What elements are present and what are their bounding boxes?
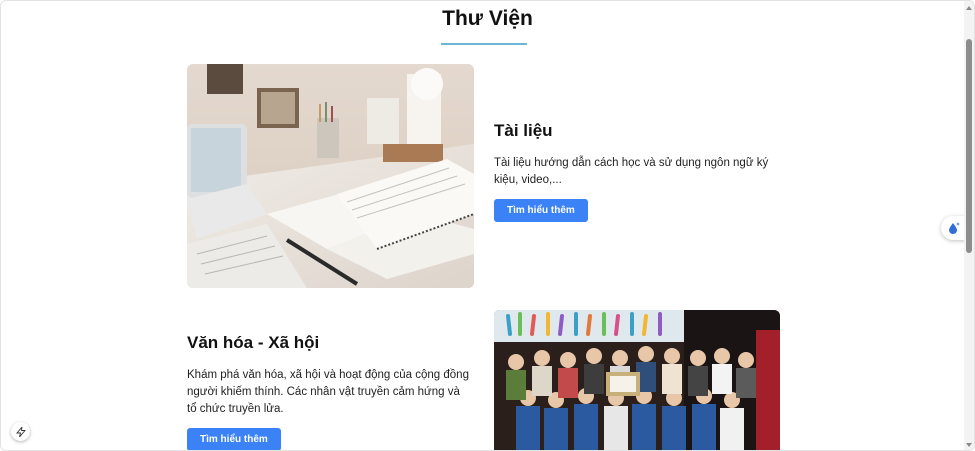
section-documents: Tài liệu Tài liệu hướng dẫn cách học và … bbox=[494, 121, 779, 222]
desk-study-photo bbox=[187, 64, 474, 288]
section-culture-society: Văn hóa - Xã hội Khám phá văn hóa, xã hộ… bbox=[187, 333, 472, 450]
lightning-icon[interactable] bbox=[11, 422, 30, 441]
section-description-culture: Khám phá văn hóa, xã hội và hoạt động củ… bbox=[187, 369, 469, 415]
scroll-thumb[interactable] bbox=[966, 39, 972, 253]
library-page: Thư Viện Tài liệu Tài liệu hướng dẫn các… bbox=[0, 0, 975, 451]
section-heading-culture: Văn hóa - Xã hội bbox=[187, 333, 320, 352]
scroll-down-arrow-icon[interactable] bbox=[966, 443, 972, 447]
community-group-photo bbox=[494, 310, 780, 450]
section-heading-documents: Tài liệu bbox=[494, 121, 553, 140]
scroll-up-arrow-icon[interactable] bbox=[966, 6, 972, 10]
vertical-scrollbar[interactable] bbox=[964, 1, 974, 450]
learn-more-documents-button[interactable]: Tìm hiểu thêm bbox=[494, 199, 588, 222]
title-underline bbox=[441, 43, 527, 45]
section-description-documents: Tài liệu hướng dẫn cách học và sử dụng n… bbox=[494, 157, 769, 186]
page-title: Thư Viện bbox=[442, 7, 533, 30]
learn-more-culture-button[interactable]: Tìm hiểu thêm bbox=[187, 428, 281, 450]
